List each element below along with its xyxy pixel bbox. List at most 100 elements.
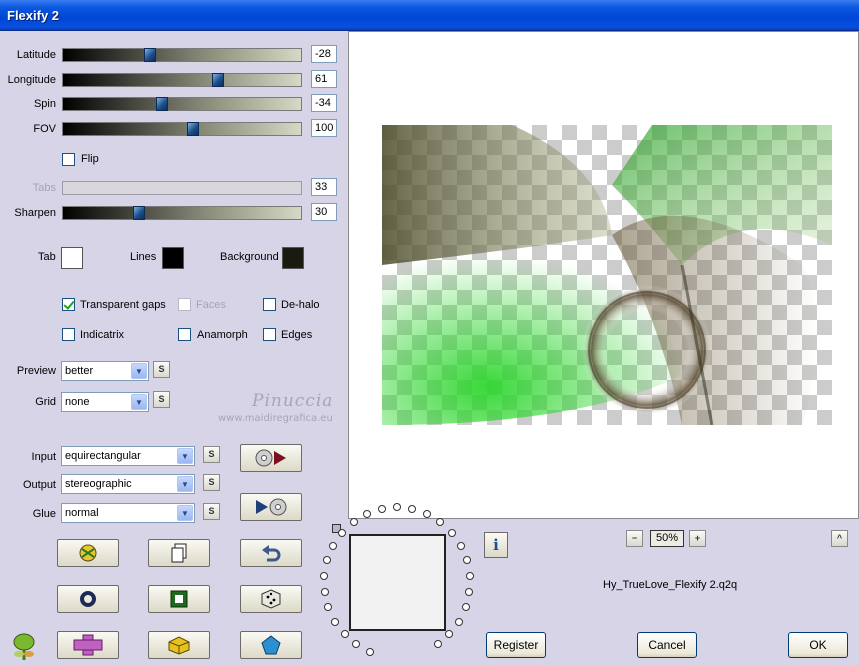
register-button[interactable]: Register [486, 632, 546, 658]
zoom-out-button[interactable]: − [626, 530, 643, 547]
transparent-gaps-checkbox[interactable] [62, 298, 75, 311]
chevron-down-icon[interactable]: ▼ [131, 363, 147, 379]
anamorph-checkbox[interactable] [178, 328, 191, 341]
anamorph-label: Anamorph [197, 329, 248, 341]
navigator-dot[interactable] [329, 542, 337, 550]
glue-select-value: normal [65, 507, 99, 519]
sharpen-slider-thumb[interactable] [133, 206, 145, 220]
sharpen-label: Sharpen [14, 207, 56, 219]
preview-select[interactable]: better ▼ [61, 361, 149, 381]
latitude-slider[interactable] [62, 48, 302, 62]
glue-label: Glue [32, 508, 56, 520]
output-s-button[interactable]: S [203, 474, 220, 491]
navigator-dot[interactable] [448, 529, 456, 537]
navigator-dot[interactable] [434, 640, 442, 648]
random-effect-button[interactable] [57, 539, 119, 567]
lines-color-swatch[interactable] [162, 247, 184, 269]
input-s-button[interactable]: S [203, 446, 220, 463]
undo-button[interactable] [240, 539, 302, 567]
chevron-down-icon[interactable]: ▼ [131, 394, 147, 410]
sharpen-slider[interactable] [62, 206, 302, 220]
de-halo-label: De-halo [281, 299, 320, 311]
zoom-in-button[interactable]: + [689, 530, 706, 547]
latitude-slider-thumb[interactable] [144, 48, 156, 62]
navigator-dot[interactable] [463, 556, 471, 564]
sharpen-value-field[interactable]: 30 [311, 203, 337, 221]
longitude-slider[interactable] [62, 73, 302, 87]
latitude-value-field[interactable]: -28 [311, 45, 337, 63]
cube-button[interactable] [148, 631, 210, 659]
frame-button[interactable] [148, 585, 210, 613]
longitude-label: Longitude [7, 74, 56, 86]
fov-slider-thumb[interactable] [187, 122, 199, 136]
de-halo-checkbox[interactable] [263, 298, 276, 311]
navigator-dot[interactable] [321, 588, 329, 596]
glue-s-button[interactable]: S [203, 503, 220, 520]
navigator-dot[interactable] [408, 505, 416, 513]
navigator-dot[interactable] [436, 518, 444, 526]
spin-slider[interactable] [62, 97, 302, 111]
save-preset-button[interactable] [240, 493, 302, 521]
glue-select[interactable]: normal ▼ [61, 503, 195, 523]
navigator-dot[interactable] [352, 640, 360, 648]
preview-pane[interactable] [348, 31, 859, 519]
navigator-dot[interactable] [445, 630, 453, 638]
navigator-dot[interactable] [457, 542, 465, 550]
grid-select[interactable]: none ▼ [61, 392, 149, 412]
chevron-down-icon[interactable]: ▼ [177, 505, 193, 521]
ring-button[interactable] [57, 585, 119, 613]
chevron-down-icon[interactable]: ▼ [177, 476, 193, 492]
background-color-swatch[interactable] [282, 247, 304, 269]
output-select[interactable]: stereographic ▼ [61, 474, 195, 494]
input-select[interactable]: equirectangular ▼ [61, 446, 195, 466]
cross-button[interactable] [57, 631, 119, 659]
spin-value-field[interactable]: -34 [311, 94, 337, 112]
tabs-slider[interactable] [62, 181, 302, 195]
fov-value-field[interactable]: 100 [311, 119, 337, 137]
title-bar[interactable]: Flexify 2 [0, 0, 859, 31]
flip-checkbox[interactable] [62, 153, 75, 166]
navigator-dot[interactable] [324, 603, 332, 611]
copy-button[interactable] [148, 539, 210, 567]
faces-checkbox[interactable] [178, 298, 191, 311]
navigator-thumbnail[interactable] [349, 534, 446, 631]
ok-button[interactable]: OK [788, 632, 848, 658]
navigator-dot[interactable] [455, 618, 463, 626]
navigator-dot[interactable] [320, 572, 328, 580]
tabs-label: Tabs [32, 182, 56, 194]
tab-color-label: Tab [38, 251, 56, 263]
navigator-dot[interactable] [462, 603, 470, 611]
navigator-dot[interactable] [366, 648, 374, 656]
chevron-down-icon[interactable]: ▼ [177, 448, 193, 464]
navigator-dot[interactable] [331, 618, 339, 626]
longitude-value-field[interactable]: 61 [311, 70, 337, 88]
output-label: Output [22, 479, 56, 491]
navigator-dot[interactable] [350, 518, 358, 526]
navigator-dot[interactable] [393, 503, 401, 511]
navigator-dot[interactable] [363, 510, 371, 518]
randomize-button[interactable] [240, 585, 302, 613]
edges-checkbox[interactable] [263, 328, 276, 341]
cancel-button[interactable]: Cancel [637, 632, 697, 658]
load-preset-button[interactable] [240, 444, 302, 472]
grid-s-button[interactable]: S [153, 391, 170, 408]
preview-s-button[interactable]: S [153, 361, 170, 378]
info-button[interactable]: i [484, 532, 508, 558]
navigator-dot[interactable] [338, 529, 346, 537]
fov-slider[interactable] [62, 122, 302, 136]
longitude-slider-thumb[interactable] [212, 73, 224, 87]
navigator-dot[interactable] [323, 556, 331, 564]
tabs-value-field[interactable]: 33 [311, 178, 337, 196]
navigator-dot[interactable] [423, 510, 431, 518]
collapse-button[interactable]: ^ [831, 530, 848, 547]
polyhedron-button[interactable] [240, 631, 302, 659]
indicatrix-checkbox[interactable] [62, 328, 75, 341]
latitude-label: Latitude [16, 49, 56, 61]
navigator-dot[interactable] [465, 588, 473, 596]
navigator-dot[interactable] [341, 630, 349, 638]
tab-color-swatch[interactable] [61, 247, 83, 269]
navigator-dot[interactable] [466, 572, 474, 580]
spin-slider-thumb[interactable] [156, 97, 168, 111]
grid-select-value: none [65, 396, 90, 408]
navigator-dot[interactable] [378, 505, 386, 513]
